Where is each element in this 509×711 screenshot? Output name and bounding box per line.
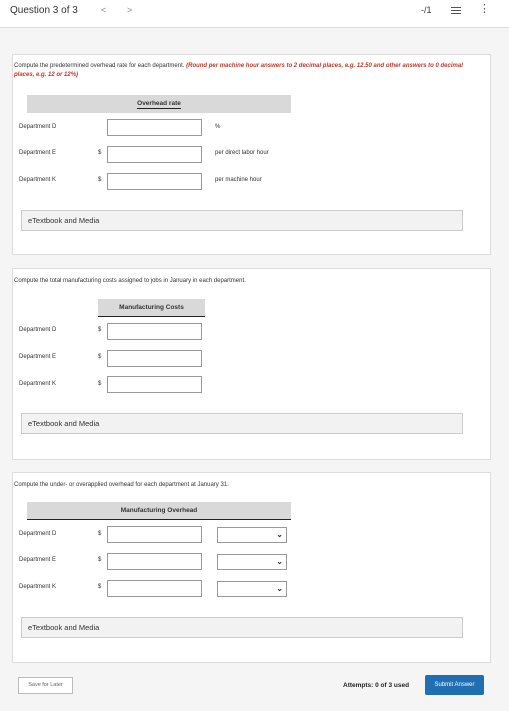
- part-2-column-header: Manufacturing Costs: [98, 299, 205, 317]
- part-1-dept-e-unit: per direct labor hour: [215, 150, 269, 156]
- part-2-etextbook-link[interactable]: eTextbook and Media: [21, 413, 463, 434]
- part-1-dept-k-input[interactable]: [107, 173, 202, 190]
- part-3-instruction: Compute the under- or overapplied overhe…: [14, 482, 229, 488]
- part-3-row-label: Department K: [19, 584, 57, 590]
- more-options-icon[interactable]: ⋮: [479, 4, 490, 15]
- save-for-later-button[interactable]: Save for Later: [18, 677, 73, 694]
- part-3-dept-d-input[interactable]: [107, 526, 202, 543]
- next-question-button[interactable]: >: [127, 5, 132, 15]
- part-1-instruction: Compute the predetermined overhead rate …: [14, 62, 464, 80]
- part-1-row-label: Department D: [19, 124, 57, 130]
- chevron-down-icon: ⌄: [276, 530, 283, 539]
- chevron-down-icon: ⌄: [276, 557, 283, 566]
- dollar-sign: $: [98, 584, 102, 590]
- attempts-counter: Attempts: 0 of 3 used: [343, 682, 410, 689]
- part-3-dept-e-input[interactable]: [107, 553, 202, 570]
- part-3-etextbook-link[interactable]: eTextbook and Media: [21, 617, 463, 638]
- part-2-dept-d-input[interactable]: [107, 323, 202, 340]
- chevron-down-icon: ⌄: [276, 584, 283, 593]
- part-3-dept-e-select[interactable]: ⌄: [217, 554, 287, 570]
- part-1-dept-e-input[interactable]: [107, 146, 202, 163]
- part-2-dept-k-input[interactable]: [107, 376, 202, 393]
- manufacturing-overhead-header: Manufacturing Overhead: [120, 507, 198, 514]
- previous-question-button[interactable]: <: [101, 5, 106, 15]
- question-header-bar: Question 3 of 3 < > -/1 ⋮: [0, 0, 509, 28]
- part-2-row-label: Department D: [19, 327, 57, 333]
- dollar-sign: $: [98, 150, 102, 156]
- dollar-sign: $: [98, 557, 102, 563]
- dollar-sign: $: [98, 531, 102, 537]
- part-1-dept-d-input[interactable]: [107, 119, 202, 136]
- dollar-sign: $: [98, 327, 102, 333]
- part-2-dept-e-input[interactable]: [107, 350, 202, 367]
- part-1-dept-k-unit: per machine hour: [215, 177, 262, 183]
- part-1-row-label: Department E: [19, 150, 57, 156]
- part-2-row-label: Department E: [19, 354, 57, 360]
- score-display: -/1: [421, 5, 432, 15]
- question-title: Question 3 of 3: [10, 5, 78, 16]
- manufacturing-costs-header: Manufacturing Costs: [119, 304, 184, 311]
- submit-answer-button[interactable]: Submit Answer: [425, 675, 484, 695]
- part-1-row-label: Department K: [19, 177, 57, 183]
- part-3-dept-d-select[interactable]: ⌄: [217, 527, 287, 543]
- part-3-row-label: Department E: [19, 557, 57, 563]
- part-2-row-label: Department K: [19, 381, 57, 387]
- part-3-dept-k-select[interactable]: ⌄: [217, 581, 287, 597]
- dollar-sign: $: [98, 177, 102, 183]
- part-1-etextbook-link[interactable]: eTextbook and Media: [21, 210, 463, 231]
- part-1-instruction-text: Compute the predetermined overhead rate …: [14, 63, 185, 69]
- part-3-column-header: Manufacturing Overhead: [27, 502, 291, 520]
- part-1-dept-d-unit: %: [215, 124, 221, 130]
- part-3-row-label: Department D: [19, 531, 57, 537]
- dollar-sign: $: [98, 381, 102, 387]
- part-3-dept-k-input[interactable]: [107, 580, 202, 597]
- overhead-rate-header: Overhead rate: [137, 100, 181, 109]
- part-1-column-header: Overhead rate: [27, 95, 291, 113]
- question-list-icon[interactable]: [451, 7, 461, 16]
- dollar-sign: $: [98, 354, 102, 360]
- part-2-instruction: Compute the total manufacturing costs as…: [14, 278, 246, 284]
